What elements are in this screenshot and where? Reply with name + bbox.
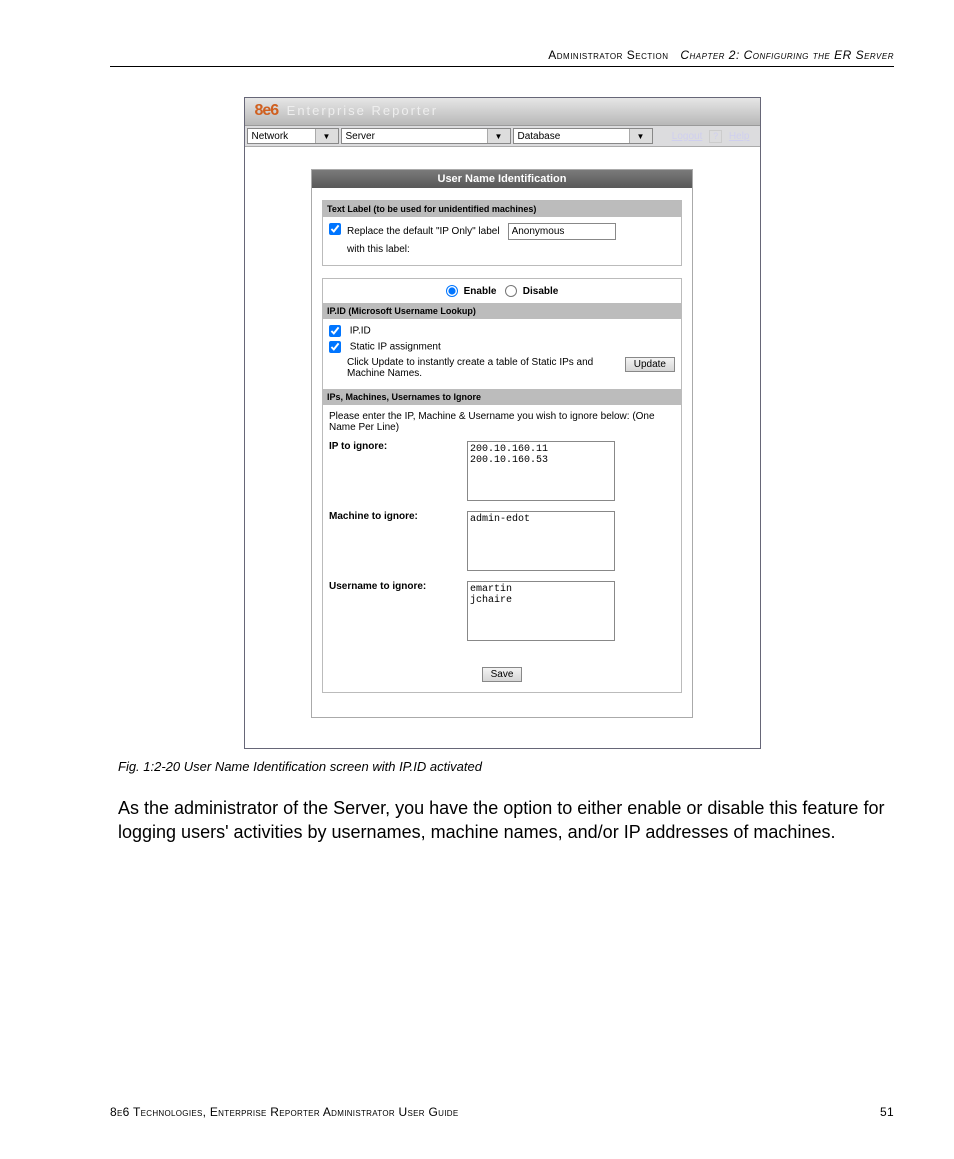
enable-radio[interactable] [446, 285, 458, 297]
text-label-header: Text Label (to be used for unidentified … [323, 201, 681, 217]
enable-radio-label[interactable]: Enable [446, 286, 497, 297]
menu-server[interactable]: Server ▼ [341, 128, 511, 144]
replace-label-checkbox[interactable] [329, 223, 341, 235]
running-header: Administrator Section Chapter 2: Configu… [110, 48, 894, 67]
ignore-instructions: Please enter the IP, Machine & Username … [329, 411, 675, 433]
page-footer: 8e6 Technologies, Enterprise Reporter Ad… [110, 1105, 894, 1119]
figure-caption: Fig. 1:2-20 User Name Identification scr… [118, 759, 886, 774]
menu-server-label: Server [342, 131, 379, 142]
menu-database[interactable]: Database ▼ [513, 128, 653, 144]
chevron-down-icon: ▼ [315, 129, 338, 143]
machine-ignore-label: Machine to ignore: [329, 511, 467, 571]
screenshot-window: 8e6 Enterprise Reporter Network ▼ Server… [244, 97, 761, 749]
update-hint: Click Update to instantly create a table… [347, 357, 619, 379]
menu-database-label: Database [514, 131, 565, 142]
update-button[interactable]: Update [625, 357, 675, 372]
help-link[interactable]: Help [729, 131, 750, 142]
ipid-header: IP.ID (Microsoft Username Lookup) [323, 303, 681, 319]
brand-product: Enterprise Reporter [287, 103, 438, 118]
ipid-label: IP.ID [350, 326, 371, 337]
menu-network[interactable]: Network ▼ [247, 128, 339, 144]
machine-ignore-textarea[interactable] [467, 511, 615, 571]
help-icon[interactable]: ? [709, 130, 722, 143]
ip-ignore-label: IP to ignore: [329, 441, 467, 501]
save-button[interactable]: Save [482, 667, 523, 682]
page-number: 51 [880, 1105, 894, 1119]
app-body: User Name Identification Text Label (to … [245, 147, 760, 748]
brand-logo: 8e6 [255, 102, 279, 119]
ip-ignore-textarea[interactable] [467, 441, 615, 501]
panel-title: User Name Identification [312, 170, 692, 188]
body-paragraph: As the administrator of the Server, you … [118, 796, 886, 845]
chevron-down-icon: ▼ [629, 129, 652, 143]
logout-link[interactable]: Logout [672, 131, 703, 142]
username-ignore-label: Username to ignore: [329, 581, 467, 641]
replace-label-text1: Replace the default "IP Only" label [347, 226, 500, 237]
disable-radio[interactable] [505, 285, 517, 297]
ignore-header: IPs, Machines, Usernames to Ignore [323, 389, 681, 405]
static-ip-label: Static IP assignment [350, 342, 441, 353]
header-section: Administrator Section [548, 48, 668, 62]
menu-network-label: Network [248, 131, 293, 142]
ipid-checkbox[interactable] [329, 325, 341, 337]
username-ignore-textarea[interactable] [467, 581, 615, 641]
menu-bar: Network ▼ Server ▼ Database ▼ Logout ? H… [245, 126, 760, 147]
static-ip-checkbox[interactable] [329, 341, 341, 353]
replace-label-text2: with this label: [347, 244, 675, 255]
user-name-identification-panel: User Name Identification Text Label (to … [311, 169, 693, 718]
replace-label-input[interactable] [508, 223, 616, 240]
chevron-down-icon: ▼ [487, 129, 510, 143]
disable-radio-label[interactable]: Disable [505, 286, 559, 297]
main-options-block: Enable Disable IP.ID (Microsoft Username… [322, 278, 682, 693]
footer-left: 8e6 Technologies, Enterprise Reporter Ad… [110, 1105, 458, 1119]
menu-right-links: Logout ? Help [670, 130, 758, 143]
header-chapter: Chapter 2: Configuring the ER Server [680, 48, 894, 62]
text-label-block: Text Label (to be used for unidentified … [322, 200, 682, 266]
enable-disable-row: Enable Disable [323, 279, 681, 303]
brand-bar: 8e6 Enterprise Reporter [245, 98, 760, 126]
